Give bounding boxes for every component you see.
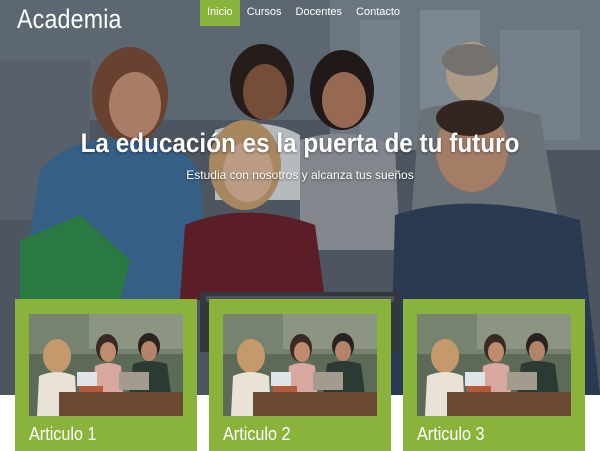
site-logo[interactable]: Academia: [17, 4, 122, 35]
hero-subtitle: Estudia con nosotros y alcanza tus sueño…: [186, 168, 414, 182]
card-title: Articulo 2: [223, 424, 291, 444]
main-nav: Inicio Cursos Docentes Contacto: [200, 0, 407, 26]
article-card-3[interactable]: Articulo 3: [403, 299, 585, 451]
card-image: [29, 314, 183, 416]
article-card-1[interactable]: Articulo 1: [15, 299, 197, 451]
nav-item-cursos[interactable]: Cursos: [240, 0, 289, 26]
nav-item-contacto[interactable]: Contacto: [349, 0, 407, 26]
hero-title: La educación es la puerta de tu futuro: [80, 128, 520, 158]
card-title: Articulo 1: [29, 424, 97, 444]
nav-item-inicio[interactable]: Inicio: [200, 0, 240, 26]
card-image: [417, 314, 571, 416]
article-card-2[interactable]: Articulo 2: [209, 299, 391, 451]
nav-item-docentes[interactable]: Docentes: [289, 0, 349, 26]
card-image: [223, 314, 377, 416]
card-title: Articulo 3: [417, 424, 485, 444]
